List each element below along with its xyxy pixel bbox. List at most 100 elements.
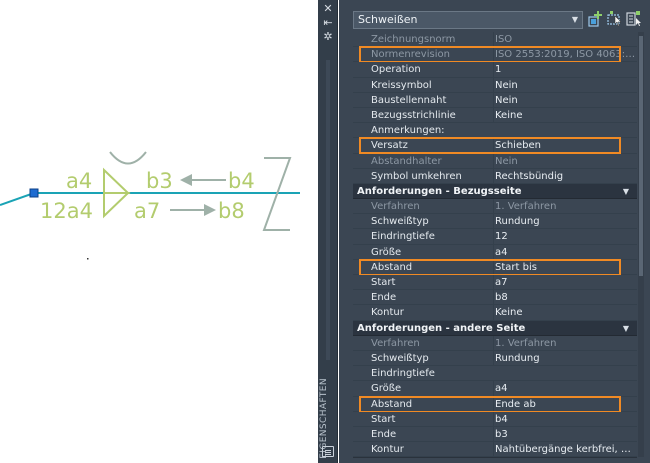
property-row-baustellennaht[interactable]: Baustellennaht Nein (353, 92, 637, 108)
section-header-anforderungen-bezugsseite[interactable]: Anforderungen - Bezugsseite ▼ (353, 183, 637, 200)
property-value[interactable]: Nein (493, 77, 637, 93)
select-objects-icon[interactable] (607, 10, 623, 28)
property-label: Eindringtiefe (371, 231, 435, 243)
property-value[interactable]: a4 (493, 244, 637, 260)
property-value[interactable]: Rundung (493, 214, 637, 230)
property-value[interactable]: Nahtübergänge kerbfrei, ggf. b... (493, 442, 637, 458)
property-row-schweisstyp[interactable]: Schweißtyp Rundung (353, 214, 637, 230)
property-row-operation[interactable]: Operation 1 (353, 62, 637, 78)
property-value[interactable]: Start bis (493, 259, 637, 275)
fillet-triangle-bottom (103, 192, 131, 219)
property-value: ISO (493, 32, 637, 47)
auto-hide-button[interactable]: ⇤ (318, 16, 338, 30)
property-value: 1. Verfahren (493, 335, 637, 351)
property-label: Baustellennaht (371, 94, 447, 106)
property-label: Kontur (371, 444, 404, 456)
property-row-abstand[interactable]: Abstand Start bis (353, 258, 637, 276)
property-value[interactable]: b4 (493, 411, 637, 427)
property-value[interactable]: Rechtsbündig (493, 168, 637, 184)
property-row-kontur[interactable]: Kontur Nahtübergänge kerbfrei, ggf. b... (353, 442, 637, 458)
toggle-pickadd-icon[interactable] (588, 10, 604, 28)
property-row-eindringtiefe[interactable]: Eindringtiefe (353, 366, 637, 382)
property-value[interactable]: b3 (493, 426, 637, 442)
property-value[interactable]: Nein (493, 92, 637, 108)
property-value: 1. Verfahren (493, 199, 637, 215)
property-scrollbar[interactable] (638, 32, 644, 457)
property-label: Abstand (371, 261, 413, 273)
property-row-ende[interactable]: Ende b8 (353, 290, 637, 306)
property-row-abstandhalter[interactable]: Abstandhalter Nein (353, 153, 637, 169)
palette-title-strip: ✕ ⇤ ✲ EIGENSCHAFTEN (318, 0, 338, 463)
property-label: Normenrevision (371, 49, 450, 61)
section-title: Anforderungen - andere Seite (357, 322, 526, 334)
property-label: Zeichnungsnorm (371, 34, 456, 45)
property-row-verfahren[interactable]: Verfahren 1. Verfahren (353, 199, 637, 215)
properties-palette: Schweißen ▼ Zeichnungsnorm ISO Normenrevis… (339, 0, 650, 463)
property-label: Verfahren (371, 337, 420, 349)
object-type-dropdown[interactable]: Schweißen ▼ (353, 11, 583, 29)
quick-select-icon[interactable] (626, 10, 642, 28)
canvas-point (87, 258, 89, 260)
arrow-bottom-head (204, 204, 216, 216)
property-row-kontur[interactable]: Kontur Keine (353, 305, 637, 321)
property-row-grosse[interactable]: Größe a4 (353, 381, 637, 397)
property-row-symbol-umkehren[interactable]: Symbol umkehren Rechtsbündig (353, 168, 637, 184)
property-label: Größe (371, 246, 402, 258)
property-label: Verfahren (371, 201, 420, 213)
property-row-zeichnungsnorm[interactable]: Zeichnungsnorm ISO (353, 32, 637, 48)
property-value[interactable]: Keine (493, 107, 637, 123)
scrollbar-thumb[interactable] (639, 36, 643, 276)
property-value[interactable]: Rundung (493, 350, 637, 366)
property-value[interactable]: b8 (493, 290, 637, 306)
weld-label-bottom-right: b8 (218, 199, 245, 223)
property-value[interactable]: 1 (493, 62, 637, 78)
weld-label-top-far: b4 (228, 169, 255, 193)
property-value[interactable]: Schieben (493, 138, 637, 154)
fillet-triangle-top (103, 167, 131, 194)
property-label: Start (371, 277, 396, 288)
property-row-versatz[interactable]: Versatz Schieben (353, 137, 637, 155)
property-value[interactable]: 12 (493, 229, 637, 245)
properties-icon[interactable] (322, 446, 334, 457)
property-label: Abstandhalter (371, 155, 442, 167)
chevron-down-icon[interactable]: ▼ (623, 184, 629, 199)
property-row-start[interactable]: Start b4 (353, 411, 637, 427)
property-row-ende[interactable]: Ende b3 (353, 426, 637, 443)
section-title: Anforderungen - Bezugsseite (357, 185, 522, 197)
property-row-kreissymbol[interactable]: Kreissymbol Nein (353, 77, 637, 93)
property-value[interactable]: a4 (493, 381, 637, 397)
property-row-start[interactable]: Start a7 (353, 275, 637, 291)
weld-label-bottom-mid: a7 (134, 199, 160, 223)
property-row-bezugsstrichlinie[interactable]: Bezugsstrichlinie Keine (353, 107, 637, 124)
property-value: Nein (493, 153, 637, 169)
section-header-anforderungen-andere-seite[interactable]: Anforderungen - andere Seite ▼ (353, 320, 637, 336)
property-row-anmerkungen[interactable]: Anmerkungen: (353, 123, 637, 139)
property-label: Schweißtyp (371, 352, 429, 364)
palette-settings-button[interactable]: ✲ (318, 30, 338, 44)
property-value[interactable]: Ende ab (493, 396, 637, 412)
property-label: Symbol umkehren (371, 170, 462, 182)
property-row-grosse[interactable]: Größe a4 (353, 244, 637, 260)
property-label: Operation (371, 64, 421, 76)
close-palette-button[interactable]: ✕ (318, 2, 338, 16)
property-label: Ende (371, 428, 397, 440)
chevron-down-icon[interactable]: ▼ (623, 321, 629, 336)
leader-grip (29, 188, 39, 198)
arrow-top-head (180, 174, 192, 186)
property-row-abstand[interactable]: Abstand Ende ab (353, 395, 637, 413)
property-row-verfahren[interactable]: Verfahren 1. Verfahren (353, 335, 637, 351)
property-row-schweisstyp[interactable]: Schweißtyp Rundung (353, 350, 637, 367)
weld-label-bottom-left: 12a4 (40, 199, 93, 223)
property-row-eindringtiefe[interactable]: Eindringtiefe 12 (353, 229, 637, 245)
property-label: Ende (371, 292, 397, 304)
property-label: Start (371, 413, 396, 425)
weld-label-top-right: b3 (146, 169, 173, 193)
property-row-normenrevision[interactable]: Normenrevision ISO 2553:2019, ISO 4063:20… (353, 46, 637, 64)
weld-symbol-drawing: a4 b3 b4 12a4 a7 b8 (0, 151, 300, 260)
grid-bottom-border (353, 457, 637, 458)
property-label: Anmerkungen: (371, 125, 445, 137)
property-value[interactable]: a7 (493, 275, 637, 290)
drawing-canvas[interactable]: a4 b3 b4 12a4 a7 b8 (0, 0, 318, 463)
property-value[interactable]: Keine (493, 305, 637, 321)
property-label: Bezugsstrichlinie (371, 109, 456, 121)
